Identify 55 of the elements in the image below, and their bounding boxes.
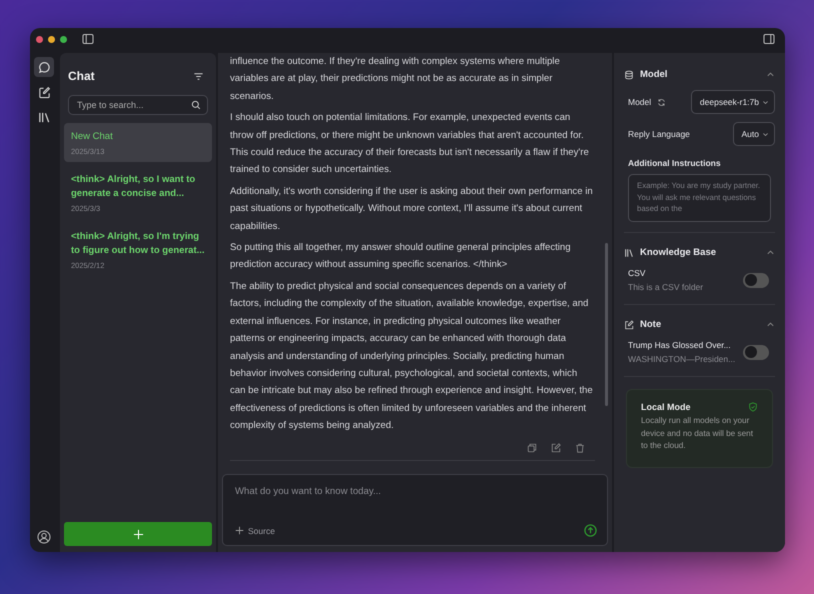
toggle-switch[interactable] xyxy=(743,344,769,360)
field-label: Reply Language xyxy=(628,129,690,139)
scrollbar[interactable] xyxy=(605,243,608,406)
message-paragraph: So putting this all together, my answer should outline general principles affecting prediction accuracy without assuming specific scenarios. </think> xyxy=(230,241,572,272)
note-edit-icon xyxy=(38,86,50,98)
chat-list-title: Chat xyxy=(68,69,95,83)
item-name: Trump Has Glossed Over... xyxy=(628,340,732,350)
shield-check-icon xyxy=(748,402,758,412)
speech-bubble-icon xyxy=(38,60,50,74)
toggle-switch[interactable] xyxy=(743,272,769,288)
message-paragraph: influence the outcome. If they're dealing with complex systems where multiple variables are at play, their predictions might not be as accurate as in simpler scenarios. xyxy=(230,55,561,104)
panel-toggle-icon[interactable] xyxy=(763,33,775,45)
maximize-button[interactable] xyxy=(60,36,67,42)
plus-icon xyxy=(132,528,144,540)
section-title: Model xyxy=(640,69,668,80)
message-paragraph: I should also touch on potential limitations. For example, unexpected events can throw off predictions, or there might be unknown variables that aren't accounted for. This could reduce the accuracy of their forecasts but isn't necessarily a flaw if they're trained to consider such uncertainties. xyxy=(230,111,590,178)
refresh-icon[interactable] xyxy=(657,98,666,106)
item-description: This is a CSV folder xyxy=(628,282,704,292)
user-avatar-icon[interactable] xyxy=(37,530,51,544)
search-field[interactable]: Type to search... xyxy=(68,95,208,115)
trash-icon[interactable] xyxy=(575,442,585,453)
search-input[interactable]: Type to search... xyxy=(75,99,191,111)
chevron-icon[interactable] xyxy=(766,70,775,79)
field-label: Model xyxy=(628,97,652,107)
section-title: Knowledge Base xyxy=(640,247,718,258)
message-paragraph: The ability to predict physical and social consequences depends on a variety of factors, including the complexity of the situation, available knowledge, expertise, and external influences. For instance, in predicting physical outcomes like weather patterns or engineering impacts, accuracy can be enhanced with thorough data analysis and understanding of underlying principles. Socially, predicting human behavior involves considering cultural, psychological, and societal contexts, which can be intricate but may also be refined through experience and insight. However, the effectiveness of predictions is often limited by unforeseen variables and the inherent complexity of systems being analyzed. xyxy=(230,280,594,434)
database-icon xyxy=(624,70,634,80)
item-name: CSV xyxy=(628,268,646,278)
language-dropdown[interactable]: Auto xyxy=(732,122,775,146)
copy-icon[interactable] xyxy=(527,442,537,453)
caret-icon xyxy=(762,98,769,106)
search-icon xyxy=(191,100,201,110)
message-input-field[interactable]: What do you want to know today... Source xyxy=(222,474,608,546)
library-icon xyxy=(624,248,634,258)
sidebar-toggle-icon[interactable] xyxy=(82,33,94,45)
card-description: Locally run all models on your device and no data will be sent to the cloud. xyxy=(641,415,754,452)
chevron-icon[interactable] xyxy=(766,320,775,329)
card-title: Local Mode xyxy=(641,402,691,412)
plus-icon xyxy=(235,526,244,535)
add-source-button[interactable]: Source xyxy=(233,526,277,536)
filter-icon[interactable] xyxy=(193,70,204,82)
caret-icon xyxy=(762,130,769,138)
chevron-icon[interactable] xyxy=(766,248,775,257)
edit-icon[interactable] xyxy=(551,442,561,453)
model-dropdown[interactable]: deepseek-r1:7b xyxy=(690,90,775,114)
note-icon xyxy=(624,320,634,330)
minimize-button[interactable] xyxy=(48,36,55,42)
item-description: WASHINGTON—Presiden... xyxy=(628,354,736,364)
chat-nav-button[interactable] xyxy=(34,57,54,77)
library-icon xyxy=(38,110,50,124)
message-paragraph: Additionally, it's worth considering if the user is asking about their own performance in past situations or hypothetically. Without more context, I'll assume it's about current capabilities. xyxy=(230,184,594,234)
close-button[interactable] xyxy=(36,36,43,42)
field-label: Additional Instructions xyxy=(627,157,722,170)
send-icon[interactable] xyxy=(584,524,597,537)
section-title: Note xyxy=(640,319,662,330)
